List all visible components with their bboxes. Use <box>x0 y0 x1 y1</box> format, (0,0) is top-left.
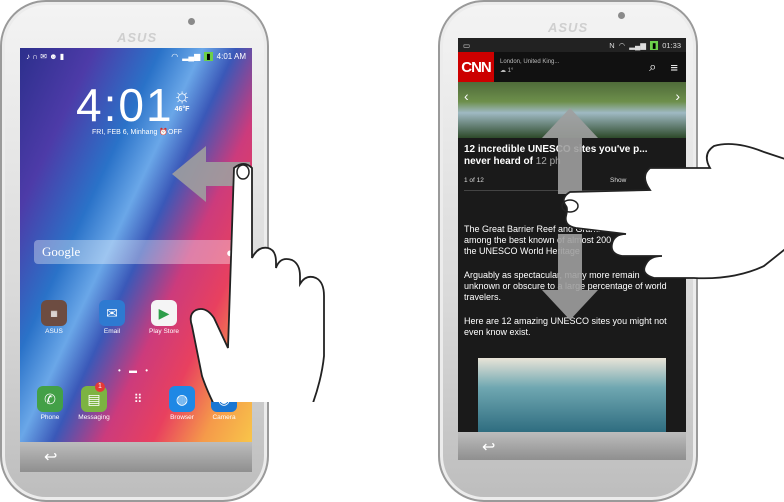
nav-bezel: ↩ <box>458 432 686 460</box>
battery-icon: ▮ <box>204 51 213 61</box>
wifi-icon: ◠ <box>618 40 626 50</box>
search-placeholder: Google <box>42 244 81 259</box>
cloud-icon: ☁ <box>500 68 506 74</box>
date-line: FRI, FEB 6, Minhang ⏰OFF <box>92 128 182 136</box>
scroll-up-arrow <box>542 108 598 194</box>
hand-icon <box>189 163 325 402</box>
cnn-toolbar: CNN London, United King... ☁ 1° ⌕ ≡ <box>458 52 686 82</box>
weather-widget[interactable]: ☼ 46°F <box>168 86 196 113</box>
front-camera <box>618 12 625 19</box>
brand-logo: ASUS <box>548 20 589 35</box>
status-bar: ♪ ∩ ✉ ☻ ▮ ◠ ▂▄▆ ▮ 4:01 AM <box>20 48 252 64</box>
slide-counter: 1 of 12 <box>464 177 484 184</box>
phone-icon: ✆ <box>37 386 63 412</box>
app-label: Messaging <box>78 414 110 421</box>
notification-icon: ▭ <box>463 40 471 50</box>
app-asus[interactable]: ▦ ASUS <box>36 300 72 335</box>
weather-temp: 46°F <box>174 106 190 113</box>
app-label: Phone <box>40 414 60 421</box>
date-text: FRI, FEB 6, Minhang <box>92 129 158 136</box>
sun-icon: ☼ <box>172 85 192 107</box>
right-phone: ASUS ▭ N ◠ ▂▄▆ ▮ 01:33 CNN London, Unite… <box>438 0 784 502</box>
alarm-status: OFF <box>168 129 183 136</box>
prev-arrow-icon[interactable]: ‹ <box>464 88 469 104</box>
signal-icon: ▂▄▆ <box>629 40 647 50</box>
signal-icon: ▂▄▆ <box>182 51 201 61</box>
menu-icon[interactable]: ≡ <box>670 60 678 75</box>
app-label: ASUS <box>45 328 63 335</box>
swipe-gesture-overlay <box>172 146 325 402</box>
scroll-gesture-overlay <box>542 108 784 320</box>
location-temp: 1° <box>507 68 514 74</box>
article-image[interactable] <box>478 358 666 432</box>
battery-icon: ▮ <box>650 40 659 50</box>
clock-widget[interactable]: 4:01 <box>76 78 174 132</box>
email-icon: ✉ <box>99 300 125 326</box>
front-camera <box>188 18 195 25</box>
status-time: 4:01 AM <box>216 51 246 61</box>
app-label: Email <box>103 328 121 335</box>
app-label: Camera <box>212 414 236 421</box>
location-weather[interactable]: London, United King... ☁ 1° <box>500 58 559 76</box>
dock-app-drawer[interactable]: ⠿ <box>120 386 156 414</box>
app-email[interactable]: ✉ Email <box>94 300 130 335</box>
nfc-icon: N <box>609 40 615 50</box>
back-icon[interactable]: ↩ <box>44 447 57 467</box>
dock-phone[interactable]: ✆ Phone <box>32 386 68 421</box>
app-drawer-icon: ⠿ <box>133 392 143 406</box>
unread-badge: 1 <box>95 382 105 392</box>
location-text: London, United King... <box>500 59 560 65</box>
search-icon[interactable]: ⌕ <box>649 59 656 75</box>
left-phone: ASUS ♪ ∩ ✉ ☻ ▮ ◠ ▂▄▆ ▮ 4:01 AM 4:01 ☼ 46… <box>0 0 325 502</box>
nav-bezel: ↩ <box>20 442 252 472</box>
wifi-icon: ◠ <box>171 51 179 61</box>
status-bar: ▭ N ◠ ▂▄▆ ▮ 01:33 <box>458 38 686 52</box>
dock-messaging[interactable]: ▤ 1 Messaging <box>76 382 112 421</box>
back-icon[interactable]: ↩ <box>482 437 495 457</box>
notification-icons: ♪ ∩ ✉ ☻ ▮ <box>26 51 65 61</box>
brand-logo: ASUS <box>117 30 158 45</box>
page-indicator: • ▬ • <box>118 366 152 375</box>
status-time: 01:33 <box>662 40 681 50</box>
scroll-down-arrow <box>542 234 598 320</box>
alarm-icon: ⏰ <box>159 129 169 136</box>
hand-icon <box>562 143 784 280</box>
messaging-icon: ▤ 1 <box>81 382 107 412</box>
cnn-logo[interactable]: CNN <box>458 52 494 82</box>
asus-folder-icon: ▦ <box>41 300 67 326</box>
app-label: Browser <box>170 414 194 421</box>
